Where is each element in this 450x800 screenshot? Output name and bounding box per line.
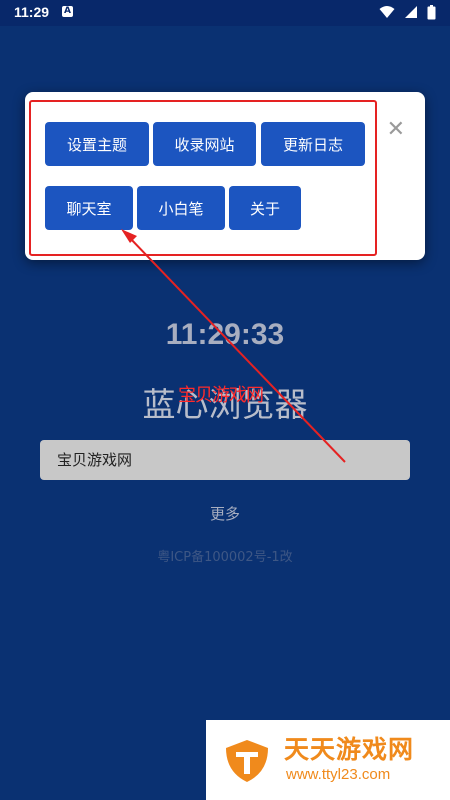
wifi-icon bbox=[379, 6, 395, 18]
watermark-name: 天天游戏网 bbox=[284, 735, 415, 764]
menu-popup: 设置主题 收录网站 更新日志 聊天室 小白笔 关于 ✕ bbox=[25, 92, 425, 260]
watermark: 天天游戏网 www.ttyl23.com bbox=[206, 720, 450, 800]
icp-record: 粤ICP备100002号-1改 bbox=[157, 550, 293, 565]
search-input[interactable] bbox=[40, 440, 410, 480]
set-theme-button[interactable]: 设置主题 bbox=[45, 122, 149, 166]
notification-icon: A bbox=[62, 6, 73, 17]
status-icons bbox=[375, 5, 436, 21]
battery-icon bbox=[427, 5, 436, 20]
signal-icon bbox=[404, 6, 417, 18]
watermark-logo-icon bbox=[226, 740, 268, 782]
notebook-button[interactable]: 小白笔 bbox=[137, 186, 225, 230]
watermark-url: www.ttyl23.com bbox=[286, 766, 391, 783]
status-time: 11:29 bbox=[14, 4, 50, 20]
about-button[interactable]: 关于 bbox=[229, 186, 301, 230]
search-box[interactable] bbox=[40, 440, 410, 480]
clock-display: 11:29:33 bbox=[165, 318, 285, 351]
close-icon[interactable]: ✕ bbox=[387, 117, 405, 142]
chat-room-button[interactable]: 聊天室 bbox=[45, 186, 133, 230]
more-link[interactable]: 更多 bbox=[0, 503, 450, 524]
collect-site-button[interactable]: 收录网站 bbox=[153, 122, 256, 166]
overlay-annotation-text: 宝贝游戏网 bbox=[178, 385, 264, 406]
status-bar: 11:29 A bbox=[0, 0, 450, 26]
update-log-button[interactable]: 更新日志 bbox=[261, 122, 365, 166]
